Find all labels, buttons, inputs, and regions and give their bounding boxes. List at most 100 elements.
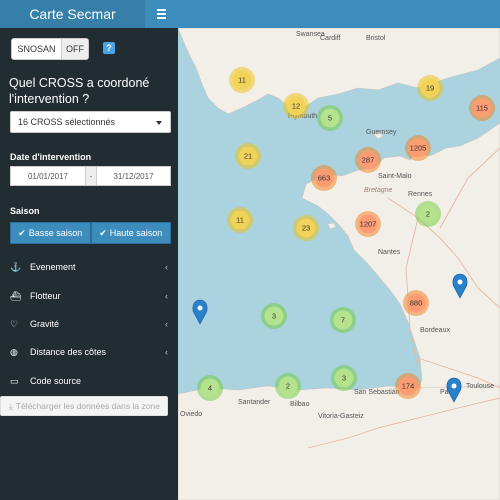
cluster-marker[interactable]: 7 bbox=[330, 307, 356, 333]
cluster-marker[interactable]: 19 bbox=[417, 75, 443, 101]
cluster-marker[interactable]: 5 bbox=[317, 105, 343, 131]
date-to-input[interactable]: 31/12/2017 bbox=[96, 166, 171, 186]
low-season-label: Basse saison bbox=[28, 228, 83, 238]
app-title-text: Carte Secmar bbox=[29, 6, 116, 22]
cluster-marker[interactable]: 1205 bbox=[405, 135, 431, 161]
switch-off-label: OFF bbox=[62, 39, 88, 59]
cluster-count: 3 bbox=[272, 312, 276, 321]
cluster-marker[interactable]: 3 bbox=[331, 365, 357, 391]
date-range: 01/01/2017 - 31/12/2017 bbox=[10, 166, 171, 186]
cluster-marker[interactable]: 11 bbox=[227, 207, 253, 233]
anchor-icon: ⚓ bbox=[10, 261, 22, 272]
cluster-marker[interactable]: 4 bbox=[197, 375, 223, 401]
cluster-count: 21 bbox=[244, 152, 252, 161]
cluster-marker[interactable]: 2 bbox=[415, 201, 441, 227]
cluster-count: 5 bbox=[328, 114, 332, 123]
pin-marker[interactable] bbox=[192, 299, 208, 325]
map-canvas[interactable]: Swansea Cardiff Bristol Plymouth Guernse… bbox=[178, 28, 500, 500]
france-land bbox=[301, 122, 500, 389]
nav-item-flotteur[interactable]: ⛴ Flotteur ‹ bbox=[0, 282, 178, 310]
globe-icon: ◍ bbox=[10, 346, 18, 357]
date-from-input[interactable]: 01/01/2017 bbox=[10, 166, 86, 186]
place-label: Bordeaux bbox=[420, 327, 450, 334]
cluster-marker[interactable]: 663 bbox=[311, 165, 337, 191]
place-label: Vitoria-Gasteiz bbox=[318, 413, 364, 420]
cluster-count: 23 bbox=[302, 224, 310, 233]
cluster-marker[interactable]: 1207 bbox=[355, 211, 381, 237]
high-season-label: Haute saison bbox=[109, 228, 163, 238]
season-label: Saison bbox=[10, 206, 40, 216]
cluster-marker[interactable]: 3 bbox=[261, 303, 287, 329]
heartbeat-icon: ♡ bbox=[10, 318, 19, 329]
cluster-count: 115 bbox=[476, 104, 488, 113]
nav-item-distance[interactable]: ◍ Distance des côtes ‹ bbox=[0, 338, 178, 366]
cluster-marker[interactable]: 287 bbox=[355, 147, 381, 173]
help-button[interactable]: ? bbox=[103, 42, 115, 54]
belle-ile bbox=[327, 222, 337, 230]
date-separator: - bbox=[86, 166, 96, 186]
cluster-count: 4 bbox=[208, 384, 212, 393]
place-label: Saint-Malo bbox=[378, 173, 412, 180]
cluster-marker[interactable]: 115 bbox=[469, 95, 495, 121]
cluster-count: 287 bbox=[362, 156, 375, 165]
cross-select[interactable]: 16 CROSS sélectionnés bbox=[10, 111, 171, 133]
nav-item-evenement[interactable]: ⚓ Evenement ‹ bbox=[0, 253, 178, 281]
place-label: San Sebastián bbox=[354, 389, 400, 396]
nav-item-gravite[interactable]: ♡ Gravité ‹ bbox=[0, 310, 178, 338]
high-season-button[interactable]: ✔ Haute saison bbox=[90, 222, 171, 244]
place-label: Bristol bbox=[366, 35, 386, 42]
download-button[interactable]: ⤓ Télécharger les données dans la zone bbox=[0, 396, 168, 416]
nav-item-code-source[interactable]: ▭ Code source bbox=[0, 367, 178, 395]
nav-label: Evenement bbox=[30, 262, 76, 272]
caret-down-icon bbox=[156, 121, 162, 125]
cluster-count: 1205 bbox=[410, 144, 427, 153]
chevron-left-icon: ‹ bbox=[165, 319, 168, 329]
cluster-marker[interactable]: 21 bbox=[235, 143, 261, 169]
switch-on-label: SNOSAN bbox=[12, 39, 62, 59]
cluster-marker[interactable]: 2 bbox=[275, 373, 301, 399]
place-label: Santander bbox=[238, 399, 271, 406]
sidebar: SNOSAN OFF ? Quel CROSS a coordoné l'int… bbox=[0, 28, 178, 500]
cluster-count: 663 bbox=[318, 174, 331, 183]
season-buttons: ✔ Basse saison ✔ Haute saison bbox=[10, 222, 171, 244]
ship-icon: ⛴ bbox=[10, 290, 22, 301]
app-title: Carte Secmar bbox=[0, 0, 145, 28]
nav-label: Code source bbox=[30, 376, 82, 386]
cluster-count: 174 bbox=[402, 382, 415, 391]
place-label: Cardiff bbox=[320, 35, 341, 42]
check-icon: ✔ bbox=[18, 227, 26, 238]
cluster-marker[interactable]: 174 bbox=[395, 373, 421, 399]
cluster-count: 2 bbox=[286, 382, 290, 391]
cluster-count: 880 bbox=[410, 299, 423, 308]
chevron-left-icon: ‹ bbox=[165, 291, 168, 301]
map[interactable]: Swansea Cardiff Bristol Plymouth Guernse… bbox=[178, 28, 500, 500]
hamburger-icon bbox=[157, 8, 166, 20]
place-label: Bilbao bbox=[290, 401, 310, 408]
cluster-count: 1207 bbox=[360, 220, 377, 229]
cluster-count: 19 bbox=[426, 84, 434, 93]
nav-label: Distance des côtes bbox=[30, 347, 107, 357]
cluster-count: 11 bbox=[238, 76, 246, 85]
download-icon: ⤓ bbox=[9, 400, 13, 411]
snosan-switch[interactable]: SNOSAN OFF bbox=[11, 38, 89, 60]
date-label: Date d'intervention bbox=[10, 152, 92, 162]
nav-label: Flotteur bbox=[30, 291, 61, 301]
cluster-marker[interactable]: 11 bbox=[229, 67, 255, 93]
nav-label: Gravité bbox=[30, 319, 60, 329]
cluster-marker[interactable]: 880 bbox=[403, 290, 429, 316]
cluster-count: 12 bbox=[292, 102, 300, 111]
place-label: Nantes bbox=[378, 249, 401, 256]
cluster-count: 2 bbox=[426, 210, 430, 219]
cluster-count: 3 bbox=[342, 374, 346, 383]
cluster-marker[interactable]: 12 bbox=[283, 93, 309, 119]
place-label: Rennes bbox=[408, 191, 433, 198]
low-season-button[interactable]: ✔ Basse saison bbox=[10, 222, 91, 244]
file-icon: ▭ bbox=[10, 375, 19, 386]
place-label: Oviedo bbox=[180, 411, 202, 418]
sidebar-toggle-button[interactable] bbox=[145, 0, 178, 28]
cluster-count: 11 bbox=[236, 216, 244, 225]
cross-question-label: Quel CROSS a coordoné l'intervention ? bbox=[9, 76, 150, 106]
top-navbar bbox=[145, 0, 500, 28]
cluster-marker[interactable]: 23 bbox=[293, 215, 319, 241]
chevron-left-icon: ‹ bbox=[165, 347, 168, 357]
